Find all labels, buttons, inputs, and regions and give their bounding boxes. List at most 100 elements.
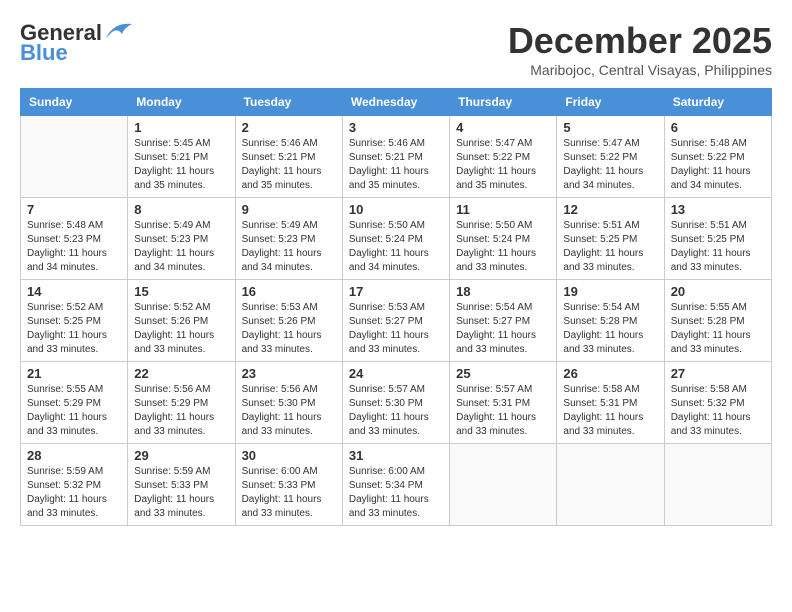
calendar-cell: 12 Sunrise: 5:51 AM Sunset: 5:25 PM Dayli… [557, 198, 664, 280]
weekday-header: Sunday [21, 89, 128, 116]
weekday-header: Wednesday [342, 89, 449, 116]
page-header: General Blue December 2025 Maribojoc, Ce… [20, 20, 772, 78]
calendar-cell: 22 Sunrise: 5:56 AM Sunset: 5:29 PM Dayli… [128, 362, 235, 444]
logo-bird-icon [104, 20, 134, 42]
calendar-cell: 10Sunrise: 5:50 AM Sunset: 5:24 PM Dayli… [342, 198, 449, 280]
calendar-cell: 15 Sunrise: 5:52 AM Sunset: 5:26 PM Dayli… [128, 280, 235, 362]
day-number: 27 [671, 366, 765, 381]
day-info: Sunrise: 5:50 AM Sunset: 5:24 PM Dayligh… [456, 219, 550, 275]
day-number: 16 [242, 284, 336, 299]
calendar-cell [450, 444, 557, 526]
day-number: 2 [242, 120, 336, 135]
day-number: 13 [671, 202, 765, 217]
calendar-cell: 19Sunrise: 5:54 AM Sunset: 5:28 PM Dayli… [557, 280, 664, 362]
calendar-cell: 16 Sunrise: 5:53 AM Sunset: 5:26 PM Dayli… [235, 280, 342, 362]
day-info: Sunrise: 5:49 AM Sunset: 5:23 PM Dayligh… [242, 219, 336, 275]
day-number: 5 [563, 120, 657, 135]
calendar-cell: 9 Sunrise: 5:49 AM Sunset: 5:23 PM Daylig… [235, 198, 342, 280]
calendar-cell: 3 Sunrise: 5:46 AM Sunset: 5:21 PM Daylig… [342, 116, 449, 198]
calendar-cell: 21 Sunrise: 5:55 AM Sunset: 5:29 PM Dayli… [21, 362, 128, 444]
day-number: 26 [563, 366, 657, 381]
day-info: Sunrise: 5:51 AM Sunset: 5:25 PM Dayligh… [671, 219, 765, 275]
day-number: 28 [27, 448, 121, 463]
location-subtitle: Maribojoc, Central Visayas, Philippines [508, 62, 772, 78]
day-number: 19 [563, 284, 657, 299]
calendar-cell: 30 Sunrise: 6:00 AM Sunset: 5:33 PM Dayli… [235, 444, 342, 526]
title-section: December 2025 Maribojoc, Central Visayas… [508, 20, 772, 78]
day-info: Sunrise: 5:50 AM Sunset: 5:24 PM Dayligh… [349, 219, 443, 275]
calendar-cell: 6Sunrise: 5:48 AM Sunset: 5:22 PM Daylig… [664, 116, 771, 198]
calendar-cell: 4 Sunrise: 5:47 AM Sunset: 5:22 PM Daylig… [450, 116, 557, 198]
calendar-week-row: 7 Sunrise: 5:48 AM Sunset: 5:23 PM Daylig… [21, 198, 772, 280]
calendar-table: SundayMondayTuesdayWednesdayThursdayFrid… [20, 88, 772, 526]
day-number: 3 [349, 120, 443, 135]
calendar-cell [21, 116, 128, 198]
day-info: Sunrise: 5:52 AM Sunset: 5:25 PM Dayligh… [27, 301, 121, 357]
day-info: Sunrise: 5:54 AM Sunset: 5:27 PM Dayligh… [456, 301, 550, 357]
weekday-header: Thursday [450, 89, 557, 116]
month-title: December 2025 [508, 20, 772, 62]
calendar-week-row: 28 Sunrise: 5:59 AM Sunset: 5:32 PM Dayli… [21, 444, 772, 526]
day-info: Sunrise: 5:56 AM Sunset: 5:29 PM Dayligh… [134, 383, 228, 439]
day-number: 21 [27, 366, 121, 381]
day-number: 7 [27, 202, 121, 217]
calendar-week-row: 14 Sunrise: 5:52 AM Sunset: 5:25 PM Dayli… [21, 280, 772, 362]
day-number: 4 [456, 120, 550, 135]
weekday-header: Tuesday [235, 89, 342, 116]
day-info: Sunrise: 5:47 AM Sunset: 5:22 PM Dayligh… [563, 137, 657, 193]
calendar-week-row: 1Sunrise: 5:45 AM Sunset: 5:21 PM Daylig… [21, 116, 772, 198]
day-number: 12 [563, 202, 657, 217]
day-info: Sunrise: 5:48 AM Sunset: 5:23 PM Dayligh… [27, 219, 121, 275]
calendar-cell: 31Sunrise: 6:00 AM Sunset: 5:34 PM Dayli… [342, 444, 449, 526]
day-info: Sunrise: 5:57 AM Sunset: 5:30 PM Dayligh… [349, 383, 443, 439]
day-number: 22 [134, 366, 228, 381]
day-info: Sunrise: 5:55 AM Sunset: 5:29 PM Dayligh… [27, 383, 121, 439]
calendar-cell: 26 Sunrise: 5:58 AM Sunset: 5:31 PM Dayli… [557, 362, 664, 444]
calendar-cell [664, 444, 771, 526]
day-info: Sunrise: 5:55 AM Sunset: 5:28 PM Dayligh… [671, 301, 765, 357]
day-info: Sunrise: 6:00 AM Sunset: 5:34 PM Dayligh… [349, 465, 443, 521]
calendar-cell: 1Sunrise: 5:45 AM Sunset: 5:21 PM Daylig… [128, 116, 235, 198]
weekday-header: Saturday [664, 89, 771, 116]
calendar-cell: 18Sunrise: 5:54 AM Sunset: 5:27 PM Dayli… [450, 280, 557, 362]
day-number: 11 [456, 202, 550, 217]
day-info: Sunrise: 5:46 AM Sunset: 5:21 PM Dayligh… [349, 137, 443, 193]
day-number: 23 [242, 366, 336, 381]
calendar-cell: 24 Sunrise: 5:57 AM Sunset: 5:30 PM Dayli… [342, 362, 449, 444]
day-info: Sunrise: 5:45 AM Sunset: 5:21 PM Dayligh… [134, 137, 228, 193]
day-number: 24 [349, 366, 443, 381]
weekday-header: Monday [128, 89, 235, 116]
day-number: 8 [134, 202, 228, 217]
day-info: Sunrise: 5:53 AM Sunset: 5:27 PM Dayligh… [349, 301, 443, 357]
calendar-cell: 29Sunrise: 5:59 AM Sunset: 5:33 PM Dayli… [128, 444, 235, 526]
day-number: 17 [349, 284, 443, 299]
day-info: Sunrise: 5:49 AM Sunset: 5:23 PM Dayligh… [134, 219, 228, 275]
day-info: Sunrise: 5:47 AM Sunset: 5:22 PM Dayligh… [456, 137, 550, 193]
calendar-cell: 8 Sunrise: 5:49 AM Sunset: 5:23 PM Daylig… [128, 198, 235, 280]
day-number: 14 [27, 284, 121, 299]
day-number: 30 [242, 448, 336, 463]
calendar-cell: 13 Sunrise: 5:51 AM Sunset: 5:25 PM Dayli… [664, 198, 771, 280]
day-number: 15 [134, 284, 228, 299]
day-number: 6 [671, 120, 765, 135]
calendar-cell: 14 Sunrise: 5:52 AM Sunset: 5:25 PM Dayli… [21, 280, 128, 362]
calendar-cell: 7 Sunrise: 5:48 AM Sunset: 5:23 PM Daylig… [21, 198, 128, 280]
calendar-cell: 28 Sunrise: 5:59 AM Sunset: 5:32 PM Dayli… [21, 444, 128, 526]
day-info: Sunrise: 5:57 AM Sunset: 5:31 PM Dayligh… [456, 383, 550, 439]
day-info: Sunrise: 6:00 AM Sunset: 5:33 PM Dayligh… [242, 465, 336, 521]
day-info: Sunrise: 5:59 AM Sunset: 5:32 PM Dayligh… [27, 465, 121, 521]
day-info: Sunrise: 5:59 AM Sunset: 5:33 PM Dayligh… [134, 465, 228, 521]
logo-blue-text: Blue [20, 40, 68, 66]
calendar-cell: 2Sunrise: 5:46 AM Sunset: 5:21 PM Daylig… [235, 116, 342, 198]
day-info: Sunrise: 5:51 AM Sunset: 5:25 PM Dayligh… [563, 219, 657, 275]
calendar-cell: 25Sunrise: 5:57 AM Sunset: 5:31 PM Dayli… [450, 362, 557, 444]
calendar-cell: 17 Sunrise: 5:53 AM Sunset: 5:27 PM Dayli… [342, 280, 449, 362]
calendar-cell: 20 Sunrise: 5:55 AM Sunset: 5:28 PM Dayli… [664, 280, 771, 362]
calendar-cell: 27Sunrise: 5:58 AM Sunset: 5:32 PM Dayli… [664, 362, 771, 444]
day-info: Sunrise: 5:53 AM Sunset: 5:26 PM Dayligh… [242, 301, 336, 357]
logo: General Blue [20, 20, 134, 66]
day-info: Sunrise: 5:52 AM Sunset: 5:26 PM Dayligh… [134, 301, 228, 357]
day-number: 20 [671, 284, 765, 299]
day-number: 9 [242, 202, 336, 217]
day-info: Sunrise: 5:58 AM Sunset: 5:31 PM Dayligh… [563, 383, 657, 439]
